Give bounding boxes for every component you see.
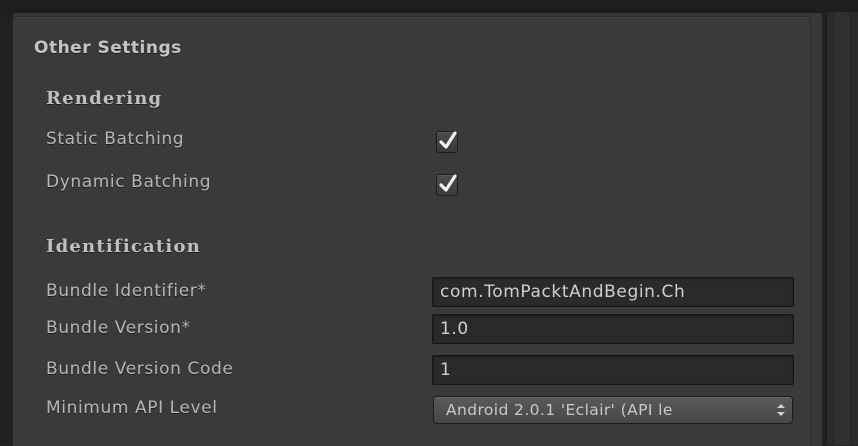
window-top-edge [0, 0, 858, 12]
inspector-window: Other Settings Rendering Static Batching… [0, 0, 858, 446]
other-settings-title[interactable]: Other Settings [34, 38, 182, 58]
minimum-api-level-label: Minimum API Level [46, 398, 218, 418]
static-batching-checkbox[interactable] [436, 131, 458, 153]
minimum-api-level-value: Android 2.0.1 'Eclair' (API le [446, 401, 673, 419]
rendering-header: Rendering [46, 88, 163, 109]
minimum-api-level-dropdown[interactable]: Android 2.0.1 'Eclair' (API le [433, 396, 793, 424]
bundle-version-field[interactable]: 1.0 [432, 314, 794, 344]
vertical-scrollbar[interactable] [826, 12, 858, 445]
scrollbar-thumb[interactable] [833, 12, 851, 445]
static-batching-label: Static Batching [46, 129, 185, 149]
bundle-identifier-label: Bundle Identifier* [46, 281, 207, 301]
dynamic-batching-checkbox[interactable] [436, 174, 458, 196]
dynamic-batching-label: Dynamic Batching [46, 172, 212, 192]
checkmark-icon [439, 174, 457, 192]
bundle-version-label: Bundle Version* [46, 318, 191, 338]
up-down-arrows-icon [777, 404, 785, 416]
bundle-identifier-field[interactable]: com.TomPacktAndBegin.Ch [432, 277, 794, 307]
bundle-version-code-label: Bundle Version Code [46, 359, 234, 379]
identification-header: Identification [46, 236, 201, 257]
checkmark-icon [439, 131, 457, 149]
bundle-version-code-field[interactable]: 1 [432, 355, 794, 385]
